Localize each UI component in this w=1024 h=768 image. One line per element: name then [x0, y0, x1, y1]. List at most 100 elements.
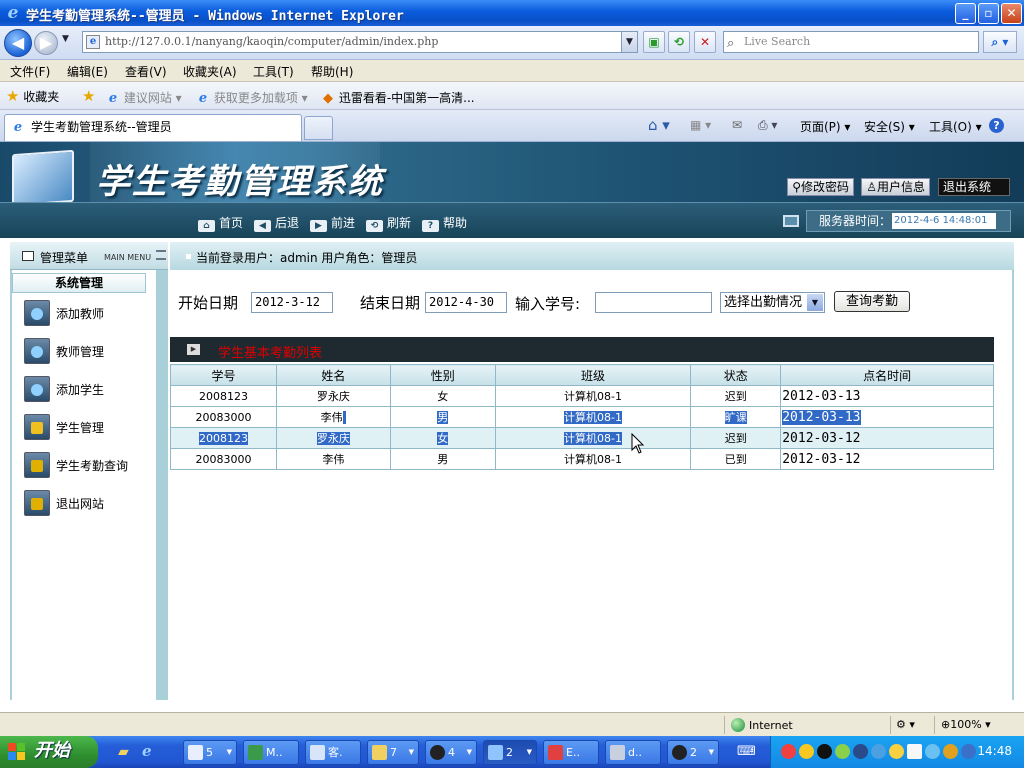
ie-logo-icon: e: [7, 3, 19, 23]
tray-security-icon[interactable]: [925, 744, 940, 759]
tray-network-icon[interactable]: [961, 744, 976, 759]
cell-student-id: 2008123: [170, 427, 277, 449]
menu-view[interactable]: 查看(V): [125, 63, 167, 80]
page-menu[interactable]: 页面(P) ▾: [800, 118, 850, 135]
tray-app-icon[interactable]: [781, 744, 796, 759]
home-icon[interactable]: ⌂ ▾: [648, 116, 670, 134]
table-row: 20083000 李伟 男 计算机08-1 旷课 2012-03-13: [170, 406, 994, 428]
addons-link[interactable]: e 获取更多加载项 ▾: [196, 89, 308, 106]
tray-weather-icon[interactable]: [853, 744, 868, 759]
student-id-input[interactable]: [595, 292, 712, 313]
logout-link[interactable]: 退出系统: [938, 178, 1010, 196]
tray-app-icon[interactable]: [907, 744, 922, 759]
menu-exit-site[interactable]: 退出网站: [24, 488, 154, 518]
nav-forward[interactable]: ▶ 前进: [310, 214, 355, 232]
add-student-icon: [24, 376, 50, 402]
start-button[interactable]: 开始: [0, 736, 98, 768]
protected-mode-icon[interactable]: ⚙ ▾: [896, 718, 915, 731]
cell-class: 计算机08-1: [494, 448, 692, 470]
folder-icon: [372, 745, 387, 760]
search-input[interactable]: ⌕ Live Search: [723, 31, 979, 53]
tab-bar: e 学生考勤管理系统--管理员 ⌂ ▾ ▦ ▾ ✉ ⎙ ▾ 页面(P) ▾ 安全…: [0, 110, 1024, 142]
play-icon: ▶: [187, 344, 200, 355]
tray-player-icon[interactable]: [817, 744, 832, 759]
menu-icon: [22, 251, 34, 261]
tray-app-icon[interactable]: [835, 744, 850, 759]
show-desktop-icon[interactable]: ▰: [118, 744, 129, 760]
taskbar-excel[interactable]: M..: [243, 740, 299, 765]
add-favorite-icon[interactable]: ★: [82, 87, 95, 105]
menu-favorites[interactable]: 收藏夹(A): [183, 63, 237, 80]
compatibility-icon[interactable]: ▣: [643, 31, 665, 53]
taskbar-folders[interactable]: 7 ▼: [367, 740, 419, 765]
nav-home[interactable]: ⌂ 首页: [198, 214, 243, 232]
close-button[interactable]: ✕: [1001, 3, 1022, 24]
menu-student-management[interactable]: 学生管理: [24, 412, 154, 442]
collapse-icon[interactable]: [156, 250, 166, 260]
menu-tools[interactable]: 工具(T): [253, 63, 294, 80]
taskbar-qq-group[interactable]: 4 ▼: [425, 740, 477, 765]
query-attendance-button[interactable]: 查询考勤: [834, 291, 910, 312]
nav-back[interactable]: ◀ 后退: [254, 214, 299, 232]
nav-help[interactable]: ? 帮助: [422, 214, 467, 232]
favorites-bar: ★ 收藏夹 ★ e 建议网站 ▾ e 获取更多加载项 ▾ ◆ 迅雷看看-中国第一…: [0, 82, 1024, 110]
minimize-button[interactable]: _: [955, 3, 976, 24]
change-password-link[interactable]: ⚲修改密码: [787, 178, 854, 196]
safety-menu[interactable]: 安全(S) ▾: [864, 118, 915, 135]
cell-gender: 女: [389, 385, 496, 407]
tray-qq-icon[interactable]: [799, 744, 814, 759]
forward-icon[interactable]: ▶: [34, 31, 58, 55]
tray-app-icon[interactable]: [871, 744, 886, 759]
tray-qq-icon[interactable]: [889, 744, 904, 759]
attendance-status-select[interactable]: 选择出勤情况 ▼: [720, 292, 825, 313]
taskbar-client[interactable]: 客.: [305, 740, 361, 765]
xunlei-link[interactable]: ◆ 迅雷看看-中国第一高清...: [321, 89, 475, 106]
feeds-icon[interactable]: ▦ ▾: [690, 118, 711, 132]
tray-volume-icon[interactable]: [943, 744, 958, 759]
server-time-label: 服务器时间：: [819, 214, 892, 228]
user-info-link[interactable]: ♙用户信息: [861, 178, 930, 196]
main-scrollbar[interactable]: [1012, 270, 1014, 700]
menu-attendance-query[interactable]: 学生考勤查询: [24, 450, 154, 480]
taskbar-ie[interactable]: 2 ▼: [483, 740, 537, 765]
taskbar-editor[interactable]: E..: [543, 740, 599, 765]
address-input[interactable]: e http://127.0.0.1/nanyang/kaoqin/comput…: [82, 31, 638, 53]
menu-scrollbar[interactable]: [158, 270, 166, 700]
stop-icon[interactable]: ✕: [694, 31, 716, 53]
search-button[interactable]: ⌕ ▾: [983, 31, 1017, 53]
menu-title: 管理菜单: [40, 251, 89, 265]
quicklaunch-ie-icon[interactable]: e: [142, 742, 152, 760]
history-dropdown-icon[interactable]: ▼: [62, 34, 69, 44]
back-icon[interactable]: ◀: [4, 29, 32, 57]
page-icon: e: [86, 35, 100, 49]
menu-file[interactable]: 文件(F): [10, 63, 50, 80]
menu-add-student[interactable]: 添加学生: [24, 374, 154, 404]
keyboard-icon[interactable]: ⌨: [737, 744, 756, 759]
end-date-input[interactable]: 2012-4-30: [425, 292, 507, 313]
suggested-sites-link[interactable]: e 建议网站 ▾: [106, 89, 182, 106]
print-icon[interactable]: ⎙ ▾: [758, 118, 777, 133]
new-tab-button[interactable]: [304, 116, 333, 140]
menu-edit[interactable]: 编辑(E): [67, 63, 108, 80]
favorites-button[interactable]: ★ 收藏夹: [6, 87, 59, 105]
mail-icon[interactable]: ✉: [732, 118, 742, 132]
table-row: 2008123 罗永庆 女 计算机08-1 迟到 2012-03-12: [170, 427, 994, 449]
start-date-input[interactable]: 2012-3-12: [251, 292, 333, 313]
menu-help[interactable]: 帮助(H): [311, 63, 353, 80]
address-dropdown-icon[interactable]: ▼: [621, 32, 637, 52]
search-icon: ⌕: [727, 36, 735, 51]
tab-current[interactable]: e 学生考勤管理系统--管理员: [4, 114, 302, 141]
taskbar-word[interactable]: 5 ▼: [183, 740, 237, 765]
taskbar-qq[interactable]: 2 ▼: [667, 740, 719, 765]
menu-teacher-management[interactable]: 教师管理: [24, 336, 154, 366]
refresh-icon[interactable]: ⟲: [668, 31, 690, 53]
tools-menu[interactable]: 工具(O) ▾: [929, 118, 982, 135]
window-title: 学生考勤管理系统--管理员 - Windows Internet Explore…: [26, 9, 404, 24]
menu-add-teacher[interactable]: 添加教师: [24, 298, 154, 328]
maximize-button[interactable]: ▫: [978, 3, 999, 24]
help-icon[interactable]: ?: [989, 118, 1004, 133]
nav-refresh[interactable]: ⟲ 刷新: [366, 214, 411, 232]
zoom-control[interactable]: ⊕100% ▾: [941, 718, 991, 731]
taskbar-document[interactable]: d..: [605, 740, 661, 765]
address-toolbar: ◀ ▶ ▼ e http://127.0.0.1/nanyang/kaoqin/…: [0, 26, 1024, 60]
